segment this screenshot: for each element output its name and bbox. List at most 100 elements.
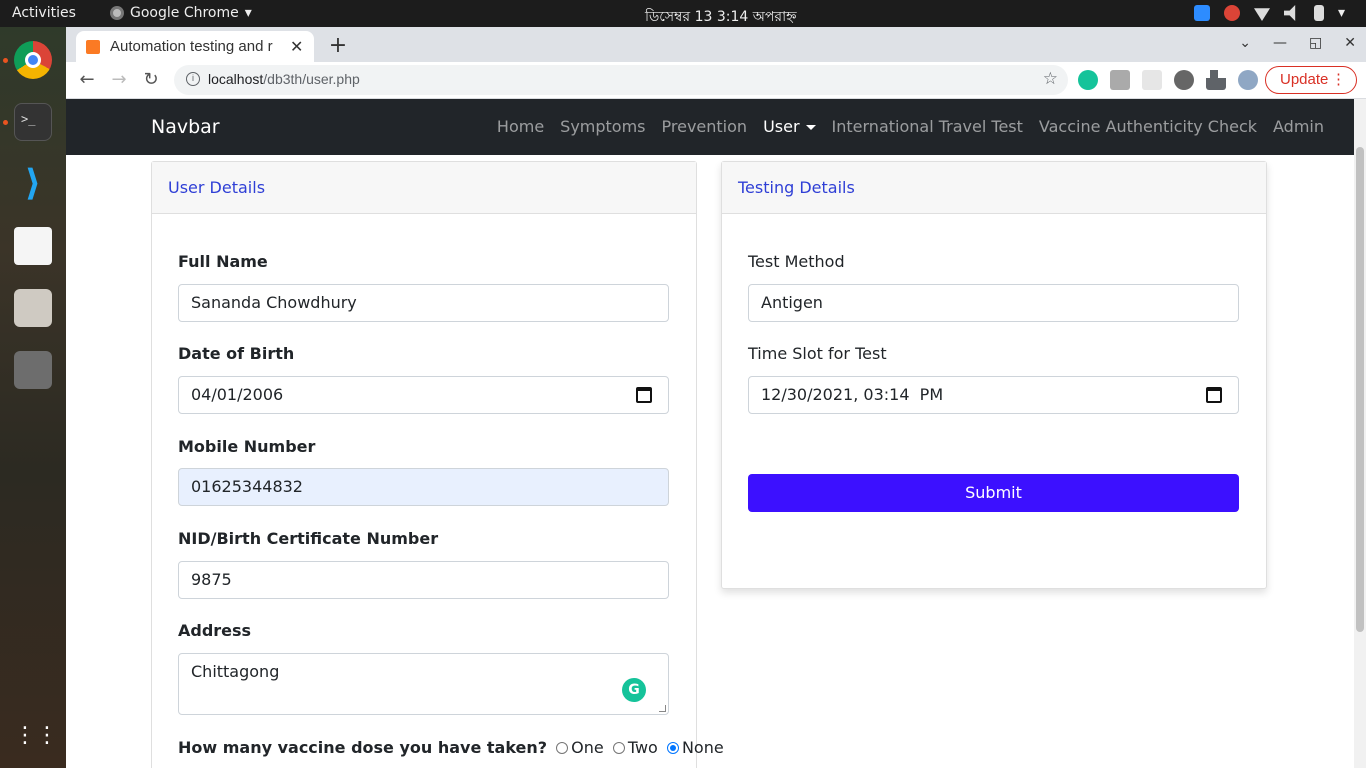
site-info-icon[interactable]: i xyxy=(186,72,200,86)
mobile-label: Mobile Number xyxy=(178,437,316,456)
url-path: /db3th/user.php xyxy=(263,71,360,87)
chrome-tray-icon[interactable] xyxy=(1224,5,1240,21)
nav-symptoms[interactable]: Symptoms xyxy=(560,117,645,136)
test-method-value: Antigen xyxy=(761,293,823,312)
dose-option-two-label: Two xyxy=(627,738,658,757)
extension-icon[interactable] xyxy=(1110,70,1130,90)
dose-option-one-label: One xyxy=(571,738,604,757)
system-clock[interactable]: ডিসেম্বর 13 3:14 অপরাহ্ন xyxy=(645,5,797,29)
testing-details-card: Testing Details Test Method Antigen Time… xyxy=(721,161,1267,589)
terminal-dock-icon[interactable]: >_ xyxy=(14,103,52,141)
vscode-dock-icon[interactable]: ⟩ xyxy=(14,165,52,203)
dose-option-none-label: None xyxy=(681,738,724,757)
system-tray[interactable]: ▾ xyxy=(1194,5,1348,21)
url-host: localhost xyxy=(208,71,264,87)
test-method-input[interactable]: Antigen xyxy=(748,284,1239,322)
puzzle-icon[interactable] xyxy=(1206,70,1226,90)
grammarly-icon[interactable]: G xyxy=(622,678,646,702)
navbar-brand[interactable]: Navbar xyxy=(151,116,220,138)
extension-icon[interactable] xyxy=(1142,70,1162,90)
address-value: Chittagong xyxy=(191,662,280,681)
site-navbar: Navbar Home Symptoms Prevention User Int… xyxy=(66,99,1354,155)
mobile-value: 01625344832 xyxy=(191,477,303,496)
time-slot-label: Time Slot for Test xyxy=(748,344,887,363)
caret-down-icon xyxy=(805,125,816,130)
chrome-app-icon xyxy=(110,6,124,20)
nav-admin[interactable]: Admin xyxy=(1273,117,1324,136)
minimize-icon[interactable]: — xyxy=(1273,35,1287,51)
dock: >_ ⟩ ⋮⋮ xyxy=(0,27,66,768)
scrollbar-thumb[interactable] xyxy=(1356,147,1364,632)
chrome-dock-icon[interactable] xyxy=(14,41,52,79)
extensions-area xyxy=(1078,70,1258,90)
full-name-label: Full Name xyxy=(178,252,268,271)
bookmark-star-icon[interactable]: ☆ xyxy=(1043,69,1058,89)
nav-user-dropdown[interactable]: User xyxy=(763,117,816,136)
resize-handle[interactable] xyxy=(659,705,666,712)
document-viewer-dock-icon[interactable] xyxy=(14,227,52,265)
mobile-input[interactable]: 01625344832 xyxy=(178,468,669,506)
address-textarea[interactable]: Chittagong G xyxy=(178,653,669,715)
maximize-icon[interactable]: ◱ xyxy=(1309,35,1322,51)
calendar-icon[interactable] xyxy=(636,387,652,403)
dob-input[interactable]: 04/01/2006 xyxy=(178,376,669,414)
dose-radio-one[interactable] xyxy=(556,742,569,754)
dob-label: Date of Birth xyxy=(178,344,295,363)
disc-dock-icon[interactable] xyxy=(14,351,52,389)
page-viewport: Navbar Home Symptoms Prevention User Int… xyxy=(66,99,1354,768)
full-name-input[interactable]: Sananda Chowdhury xyxy=(178,284,669,322)
window-controls: ⌄ — ◱ ✕ xyxy=(1239,35,1356,51)
close-tab-icon[interactable]: ✕ xyxy=(290,37,303,56)
grammarly-extension-icon[interactable] xyxy=(1078,70,1098,90)
nav-vaccine-authenticity-check[interactable]: Vaccine Authenticity Check xyxy=(1039,117,1257,136)
page-scrollbar[interactable] xyxy=(1354,99,1366,768)
address-bar[interactable]: i localhost/db3th/user.php ☆ xyxy=(174,65,1068,95)
test-method-label: Test Method xyxy=(748,252,845,271)
close-window-icon[interactable]: ✕ xyxy=(1344,35,1356,51)
user-details-card: User Details Full Name Sananda Chowdhury… xyxy=(151,161,724,768)
reload-icon[interactable]: ↻ xyxy=(140,69,162,90)
tab-strip: Automation testing and r ✕ + ⌄ — ◱ ✕ xyxy=(66,27,1366,62)
running-indicator xyxy=(3,120,8,125)
dose-question: How many vaccine dose you have taken? xyxy=(178,738,548,757)
show-applications-icon[interactable]: ⋮⋮ xyxy=(14,717,58,755)
back-icon[interactable]: ← xyxy=(76,69,98,90)
power-menu-icon[interactable]: ▾ xyxy=(1338,5,1348,21)
user-details-header: User Details xyxy=(152,162,696,214)
tab-search-icon[interactable]: ⌄ xyxy=(1239,35,1251,51)
nav-home[interactable]: Home xyxy=(497,117,544,136)
more-menu-icon[interactable]: ⋮ xyxy=(1331,70,1346,88)
battery-icon[interactable] xyxy=(1314,5,1324,21)
wifi-icon[interactable] xyxy=(1254,8,1270,21)
update-button[interactable]: Update ⋮ xyxy=(1265,66,1357,94)
dob-value: 04/01/2006 xyxy=(191,385,284,404)
testing-details-header: Testing Details xyxy=(722,162,1266,214)
calendar-icon[interactable] xyxy=(1206,387,1222,403)
new-tab-icon[interactable]: + xyxy=(326,33,350,58)
nid-value: 9875 xyxy=(191,570,232,589)
full-name-value: Sananda Chowdhury xyxy=(191,293,357,312)
settings-extension-icon[interactable] xyxy=(1174,70,1194,90)
tab-title: Automation testing and r xyxy=(110,38,273,55)
browser-toolbar: ← → ↻ i localhost/db3th/user.php ☆ Updat… xyxy=(66,62,1366,99)
dose-radio-none[interactable] xyxy=(666,742,679,754)
update-label: Update xyxy=(1280,71,1329,88)
volume-icon[interactable] xyxy=(1284,5,1296,21)
address-label: Address xyxy=(178,621,252,640)
nav-international-travel-test[interactable]: International Travel Test xyxy=(832,117,1023,136)
dose-radio-two[interactable] xyxy=(612,742,625,754)
files-dock-icon[interactable] xyxy=(14,289,52,327)
activities-button[interactable]: Activities xyxy=(12,5,76,21)
nid-input[interactable]: 9875 xyxy=(178,561,669,599)
nav-user-label: User xyxy=(763,117,800,136)
forward-icon[interactable]: → xyxy=(108,69,130,90)
time-slot-input[interactable]: 12/30/2021, 03:14 PM xyxy=(748,376,1239,414)
browser-tab[interactable]: Automation testing and r ✕ xyxy=(76,31,314,62)
nav-prevention[interactable]: Prevention xyxy=(662,117,748,136)
app-menu-label: Google Chrome xyxy=(130,5,239,21)
app-menu[interactable]: Google Chrome ▾ xyxy=(110,5,252,21)
submit-button[interactable]: Submit xyxy=(748,474,1239,512)
profile-avatar[interactable] xyxy=(1238,70,1258,90)
zoom-icon[interactable] xyxy=(1194,5,1210,21)
xampp-favicon-icon xyxy=(86,39,100,54)
